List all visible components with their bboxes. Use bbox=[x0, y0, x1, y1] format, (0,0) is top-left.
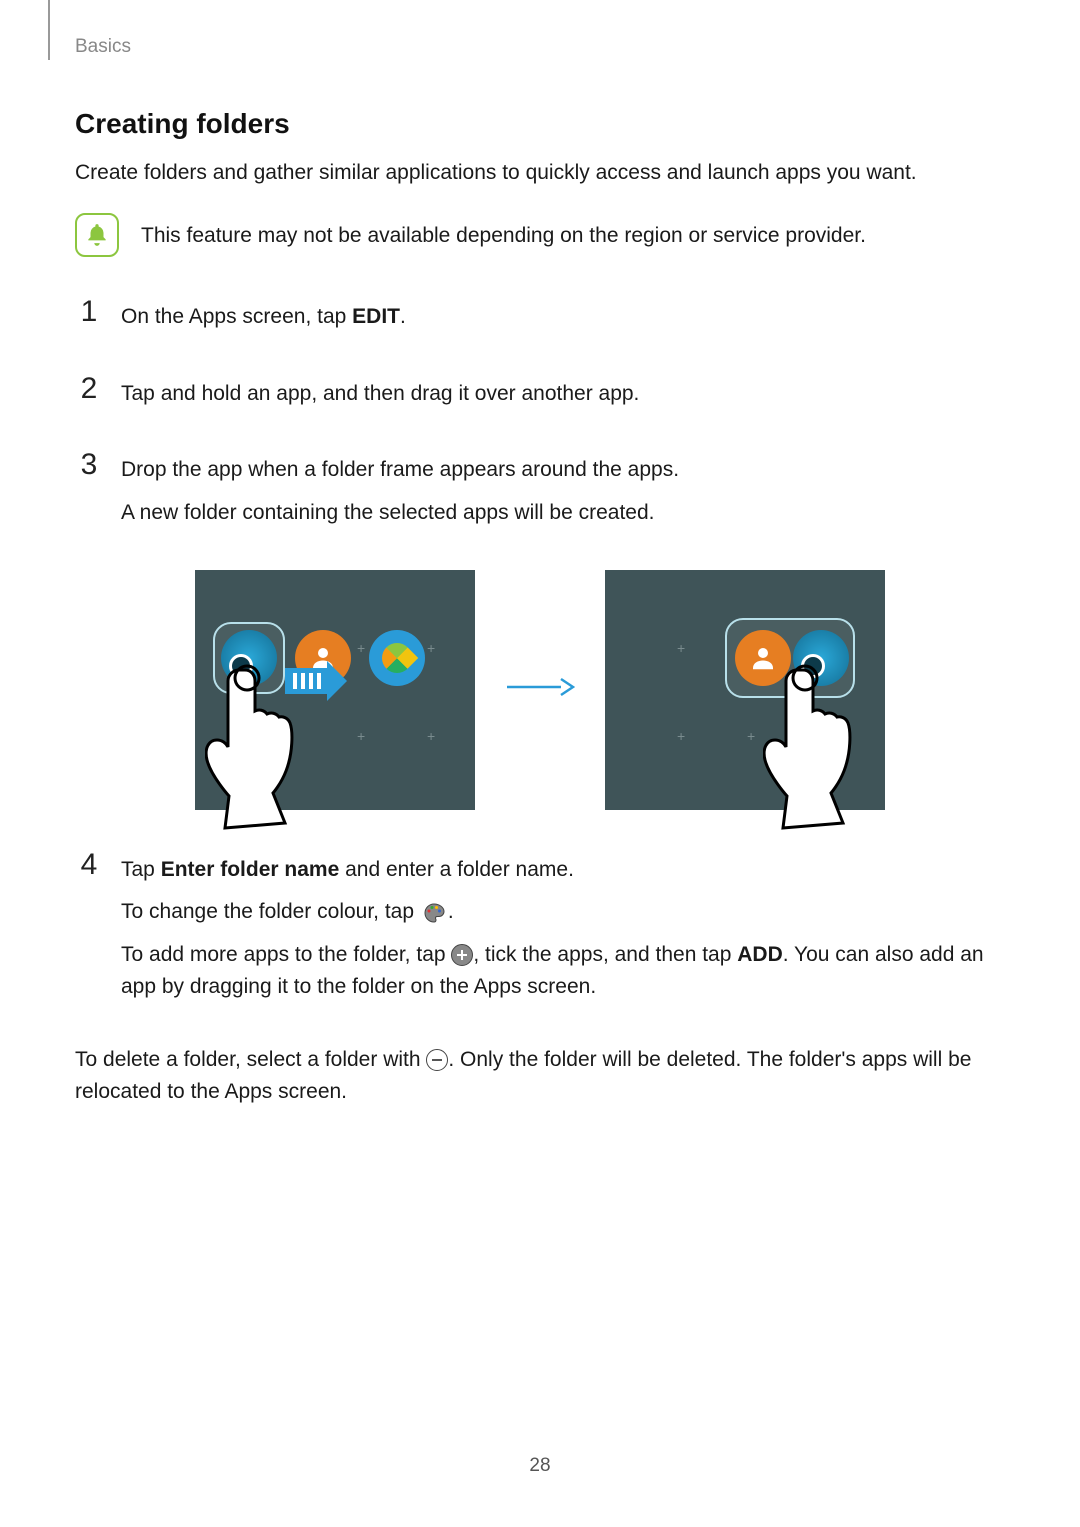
page-content: Creating folders Create folders and gath… bbox=[75, 108, 1005, 1109]
arrow-right-icon bbox=[505, 675, 575, 704]
step-3: 3 Drop the app when a folder frame appea… bbox=[75, 450, 1005, 539]
note-text: This feature may not be available depend… bbox=[141, 221, 866, 250]
enter-folder-name-label: Enter folder name bbox=[161, 858, 340, 881]
plus-circle-icon bbox=[451, 944, 473, 966]
note-row: This feature may not be available depend… bbox=[75, 213, 1005, 257]
step-1: 1 On the Apps screen, tap EDIT. bbox=[75, 297, 1005, 344]
step-number: 1 bbox=[75, 297, 103, 344]
gallery-app-icon bbox=[369, 630, 425, 686]
step-body: Tap Enter folder name and enter a folder… bbox=[121, 850, 1005, 1014]
step-body: Drop the app when a folder frame appears… bbox=[121, 450, 1005, 539]
header-rule bbox=[48, 0, 50, 60]
step-text: A new folder containing the selected app… bbox=[121, 497, 1005, 530]
step-number: 2 bbox=[75, 374, 103, 421]
step-text: , tick the apps, and then tap bbox=[473, 943, 737, 966]
step-number: 4 bbox=[75, 850, 103, 1014]
minus-circle-icon bbox=[426, 1049, 448, 1071]
add-label: ADD bbox=[737, 943, 783, 966]
step-text: To change the folder colour, tap bbox=[121, 900, 420, 923]
step-body: Tap and hold an app, and then drag it ov… bbox=[121, 374, 1005, 421]
step-text: and enter a folder name. bbox=[339, 858, 574, 881]
step-text: Drop the app when a folder frame appears… bbox=[121, 454, 1005, 487]
step-text: . bbox=[400, 305, 406, 328]
palette-icon bbox=[422, 901, 446, 925]
bell-icon bbox=[75, 213, 119, 257]
hand-pointer-icon bbox=[205, 660, 325, 830]
page-number: 28 bbox=[0, 1455, 1080, 1477]
section-title: Creating folders bbox=[75, 108, 1005, 140]
step-body: On the Apps screen, tap EDIT. bbox=[121, 297, 1005, 344]
step-4: 4 Tap Enter folder name and enter a fold… bbox=[75, 850, 1005, 1014]
closing-text: To delete a folder, select a folder with… bbox=[75, 1044, 1005, 1109]
intro-text: Create folders and gather similar applic… bbox=[75, 158, 1005, 187]
edit-label: EDIT bbox=[352, 305, 400, 328]
step-text: Tap and hold an app, and then drag it ov… bbox=[121, 378, 1005, 411]
step-2: 2 Tap and hold an app, and then drag it … bbox=[75, 374, 1005, 421]
hand-pointer-icon bbox=[763, 660, 883, 830]
step-number: 3 bbox=[75, 450, 103, 539]
screen-before: + + + + bbox=[195, 570, 475, 810]
step-text: . bbox=[448, 900, 454, 923]
step-text: On the Apps screen, tap bbox=[121, 305, 352, 328]
screen-after: + + + + + bbox=[605, 570, 885, 810]
closing-part: To delete a folder, select a folder with bbox=[75, 1048, 426, 1071]
figure-row: + + + + + + + + + bbox=[75, 570, 1005, 810]
step-text: Tap bbox=[121, 858, 161, 881]
breadcrumb: Basics bbox=[75, 36, 131, 58]
step-text: To add more apps to the folder, tap bbox=[121, 943, 451, 966]
